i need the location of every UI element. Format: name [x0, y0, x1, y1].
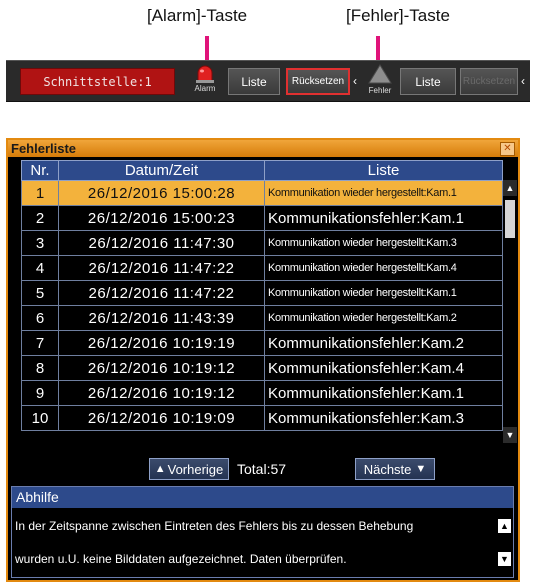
- row-entry: Kommunikation wieder hergestellt:Kam.1: [264, 180, 503, 206]
- close-icon[interactable]: ✕: [500, 142, 515, 156]
- row-number: 7: [21, 330, 59, 356]
- row-number: 9: [21, 380, 59, 406]
- table-row[interactable]: 5 26/12/2016 11:47:22 Kommunikation wied…: [21, 280, 503, 306]
- table-row[interactable]: 1 26/12/2016 15:00:28 Kommunikation wied…: [21, 180, 503, 206]
- error-collapse-chevron-icon[interactable]: ‹: [521, 74, 525, 88]
- row-number: 1: [21, 180, 59, 206]
- error-table: Nr. Datum/Zeit Liste 1 26/12/2016 15:00:…: [21, 160, 503, 431]
- table-row[interactable]: 10 26/12/2016 10:19:09 Kommunikationsfeh…: [21, 405, 503, 431]
- row-datetime: 26/12/2016 15:00:28: [58, 180, 265, 206]
- row-datetime: 26/12/2016 15:00:23: [58, 205, 265, 231]
- window-title: Fehlerliste: [11, 141, 77, 156]
- error-list-window: Fehlerliste ✕ Nr. Datum/Zeit Liste 1 26/…: [6, 138, 520, 582]
- scroll-up-icon[interactable]: ▲: [503, 180, 517, 196]
- remedy-text-line-2: wurden u.U. keine Bilddaten aufgezeichne…: [15, 552, 347, 566]
- alarm-collapse-chevron-icon[interactable]: ‹: [353, 74, 357, 88]
- previous-page-button[interactable]: ▲ Vorherige: [149, 458, 229, 480]
- alarm-list-button[interactable]: Liste: [228, 68, 280, 95]
- scroll-down-icon[interactable]: ▼: [503, 427, 517, 443]
- row-number: 6: [21, 305, 59, 331]
- table-row[interactable]: 8 26/12/2016 10:19:12 Kommunikationsfehl…: [21, 355, 503, 381]
- error-callout-line: [376, 36, 380, 60]
- error-label: Fehler: [368, 86, 392, 95]
- status-toolbar: Schnittstelle:1 Alarm Liste Rücksetzen ‹…: [6, 60, 530, 102]
- row-datetime: 26/12/2016 10:19:12: [58, 355, 265, 381]
- row-entry: Kommunikationsfehler:Kam.3: [264, 405, 503, 431]
- remedy-scroll-down-icon[interactable]: ▼: [498, 552, 511, 566]
- row-number: 10: [21, 405, 59, 431]
- window-titlebar: Fehlerliste ✕: [8, 140, 518, 157]
- previous-label: Vorherige: [167, 461, 224, 477]
- table-row[interactable]: 7 26/12/2016 10:19:19 Kommunikationsfehl…: [21, 330, 503, 356]
- row-number: 5: [21, 280, 59, 306]
- row-entry: Kommunikationsfehler:Kam.4: [264, 355, 503, 381]
- interface-status-display: Schnittstelle:1: [20, 68, 175, 95]
- alarm-callout-line: [205, 36, 209, 60]
- next-page-button[interactable]: Nächste ▼: [355, 458, 435, 480]
- row-number: 4: [21, 255, 59, 281]
- row-datetime: 26/12/2016 11:47:22: [58, 255, 265, 281]
- scrollbar-thumb[interactable]: [505, 200, 515, 238]
- error-key-callout: [Fehler]-Taste: [346, 6, 450, 25]
- row-datetime: 26/12/2016 10:19:19: [58, 330, 265, 356]
- alarm-reset-button[interactable]: Rücksetzen: [286, 68, 350, 95]
- table-row[interactable]: 2 26/12/2016 15:00:23 Kommunikationsfehl…: [21, 205, 503, 231]
- table-row[interactable]: 3 26/12/2016 11:47:30 Kommunikation wied…: [21, 230, 503, 256]
- row-datetime: 26/12/2016 10:19:12: [58, 380, 265, 406]
- alarm-button[interactable]: Alarm: [186, 63, 224, 99]
- row-entry: Kommunikation wieder hergestellt:Kam.1: [264, 280, 503, 306]
- row-entry: Kommunikationsfehler:Kam.1: [264, 380, 503, 406]
- row-datetime: 26/12/2016 11:47:30: [58, 230, 265, 256]
- pagination: ▲ Vorherige Total:57 Nächste ▼: [8, 458, 518, 482]
- next-label: Nächste: [363, 461, 412, 477]
- table-row[interactable]: 4 26/12/2016 11:47:22 Kommunikation wied…: [21, 255, 503, 281]
- column-header-datetime: Datum/Zeit: [58, 160, 265, 181]
- error-button[interactable]: Fehler: [361, 63, 399, 99]
- row-datetime: 26/12/2016 11:43:39: [58, 305, 265, 331]
- remedy-title: Abhilfe: [12, 487, 513, 508]
- error-triangle-icon: [368, 64, 392, 84]
- row-number: 3: [21, 230, 59, 256]
- triangle-up-icon: ▲: [154, 463, 166, 475]
- row-datetime: 26/12/2016 10:19:09: [58, 405, 265, 431]
- row-entry: Kommunikationsfehler:Kam.2: [264, 330, 503, 356]
- remedy-scroll-up-icon[interactable]: ▲: [498, 519, 511, 533]
- row-entry: Kommunikation wieder hergestellt:Kam.4: [264, 255, 503, 281]
- row-entry: Kommunikationsfehler:Kam.1: [264, 205, 503, 231]
- alarm-lamp-icon: [196, 65, 214, 83]
- row-entry: Kommunikation wieder hergestellt:Kam.3: [264, 230, 503, 256]
- row-number: 2: [21, 205, 59, 231]
- row-number: 8: [21, 355, 59, 381]
- triangle-down-icon: ▼: [415, 463, 427, 475]
- error-reset-button[interactable]: Rücksetzen: [460, 68, 518, 95]
- column-header-nr: Nr.: [21, 160, 59, 181]
- row-entry: Kommunikation wieder hergestellt:Kam.2: [264, 305, 503, 331]
- remedy-text-line-1: In der Zeitspanne zwischen Eintreten des…: [15, 519, 414, 533]
- total-count: Total:57: [237, 461, 287, 477]
- table-row[interactable]: 6 26/12/2016 11:43:39 Kommunikation wied…: [21, 305, 503, 331]
- error-list-button[interactable]: Liste: [400, 68, 456, 95]
- table-row[interactable]: 9 26/12/2016 10:19:12 Kommunikationsfehl…: [21, 380, 503, 406]
- table-scrollbar[interactable]: ▲ ▼: [503, 180, 517, 443]
- row-datetime: 26/12/2016 11:47:22: [58, 280, 265, 306]
- alarm-label: Alarm: [194, 84, 216, 93]
- column-header-list: Liste: [264, 160, 503, 181]
- alarm-key-callout: [Alarm]-Taste: [147, 6, 248, 25]
- remedy-panel: Abhilfe In der Zeitspanne zwischen Eintr…: [11, 486, 514, 578]
